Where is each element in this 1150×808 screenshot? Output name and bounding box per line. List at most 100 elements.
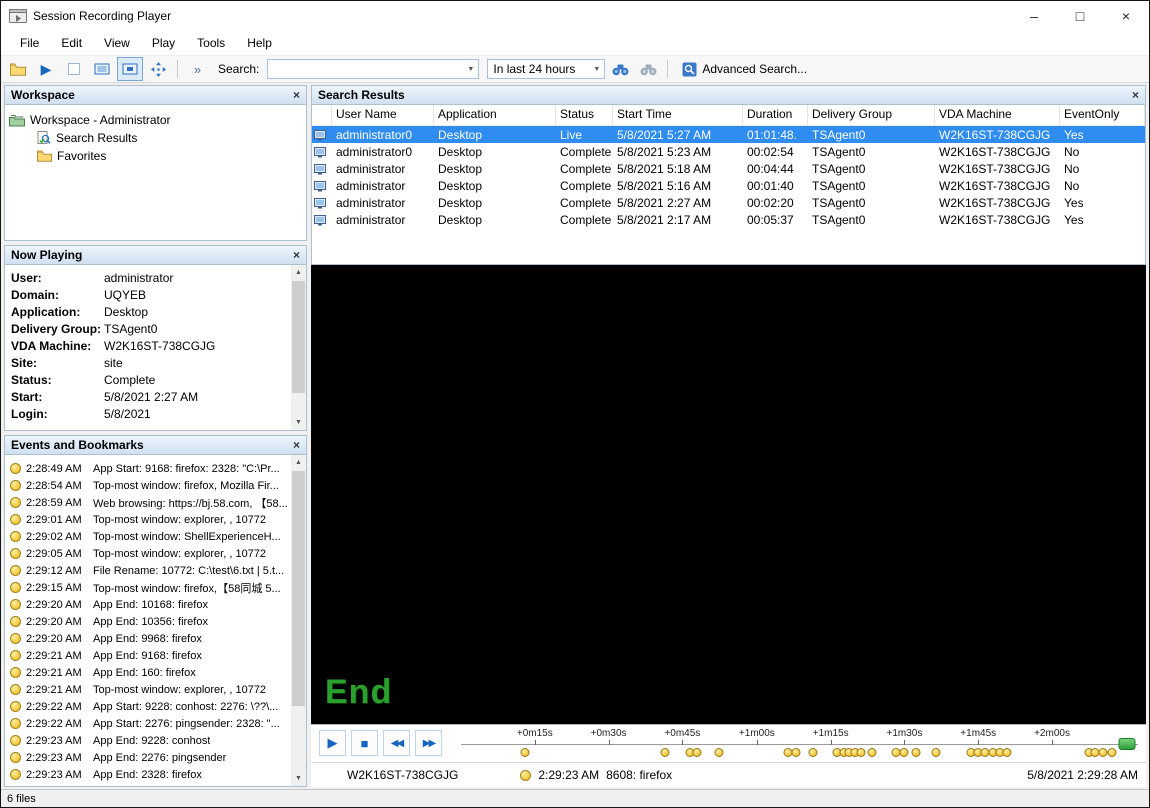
scrollbar-thumb[interactable] bbox=[292, 471, 305, 706]
timeline-event-marker[interactable] bbox=[693, 748, 702, 757]
timeline-event-marker[interactable] bbox=[1002, 748, 1011, 757]
event-item[interactable]: 2:29:01 AMTop-most window: explorer, , 1… bbox=[10, 511, 288, 528]
table-row[interactable]: administratorDesktopComplete5/8/2021 2:2… bbox=[312, 194, 1145, 211]
open-button[interactable] bbox=[5, 57, 31, 81]
event-item[interactable]: 2:28:49 AMApp Start: 9168: firefox: 2328… bbox=[10, 460, 288, 477]
close-button[interactable]: × bbox=[1103, 1, 1149, 31]
timeline-event-marker[interactable] bbox=[911, 748, 920, 757]
playhead-slider[interactable] bbox=[1119, 738, 1136, 750]
table-row[interactable]: administratorDesktopComplete5/8/2021 5:1… bbox=[312, 177, 1145, 194]
fast-forward-button[interactable]: ▶▶ bbox=[415, 730, 442, 756]
event-item[interactable]: 2:29:05 AMTop-most window: explorer, , 1… bbox=[10, 545, 288, 562]
event-item[interactable]: 2:29:23 AMApp End: 2328: firefox bbox=[10, 766, 288, 783]
scroll-up-icon[interactable]: ▲ bbox=[291, 455, 306, 470]
event-item[interactable]: 2:29:21 AMApp End: 9168: firefox bbox=[10, 647, 288, 664]
combo-dropdown-icon[interactable]: ▼ bbox=[463, 66, 478, 73]
player-viewport[interactable]: End bbox=[311, 265, 1146, 724]
scrollbar-thumb[interactable] bbox=[292, 281, 305, 393]
search-combobox[interactable]: ▼ bbox=[267, 59, 479, 79]
timeline-event-marker[interactable] bbox=[1107, 748, 1116, 757]
tree-root-workspace[interactable]: Workspace - Administrator bbox=[9, 111, 302, 129]
scroll-down-icon[interactable]: ▼ bbox=[291, 415, 306, 430]
events-close-icon[interactable]: × bbox=[293, 439, 300, 451]
snapshot-button[interactable] bbox=[61, 57, 87, 81]
more-buttons-chevron[interactable]: » bbox=[184, 57, 210, 81]
tree-item-favorites[interactable]: Favorites bbox=[9, 147, 302, 165]
rewind-button[interactable]: ◀◀ bbox=[383, 730, 410, 756]
table-row[interactable]: administrator0DesktopLive5/8/2021 5:27 A… bbox=[312, 126, 1145, 143]
maximize-button[interactable]: □ bbox=[1057, 1, 1103, 31]
scale-to-fit-button[interactable] bbox=[89, 57, 115, 81]
event-item[interactable]: 2:29:23 AMApp End: 9228: conhost bbox=[10, 732, 288, 749]
play-toolbar-button[interactable]: ▶ bbox=[33, 57, 59, 81]
event-item[interactable]: 2:29:21 AMApp End: 160: firefox bbox=[10, 664, 288, 681]
menu-play[interactable]: Play bbox=[141, 31, 186, 55]
menu-file[interactable]: File bbox=[9, 31, 50, 55]
advanced-search-button[interactable]: Advanced Search... bbox=[674, 57, 815, 81]
now-playing-field: Start:5/8/2021 2:27 AM bbox=[11, 388, 286, 405]
column-header-start-time[interactable]: Start Time bbox=[613, 105, 743, 125]
scroll-up-icon[interactable]: ▲ bbox=[291, 265, 306, 280]
event-item[interactable]: 2:28:54 AMTop-most window: firefox, Mozi… bbox=[10, 477, 288, 494]
cell-user-name: administrator bbox=[332, 194, 434, 212]
workspace-close-icon[interactable]: × bbox=[293, 89, 300, 101]
event-item[interactable]: 2:29:12 AMFile Rename: 10772: C:\test\6.… bbox=[10, 562, 288, 579]
column-header-user-name[interactable]: User Name bbox=[332, 105, 434, 125]
time-filter-value: In last 24 hours bbox=[493, 62, 589, 76]
timeline-event-marker[interactable] bbox=[792, 748, 801, 757]
timeline[interactable]: +0m15s+0m30s+0m45s+1m00s+1m15s+1m30s+1m4… bbox=[461, 727, 1138, 763]
table-row[interactable]: administratorDesktopComplete5/8/2021 2:1… bbox=[312, 211, 1145, 228]
search-results-close-icon[interactable]: × bbox=[1132, 89, 1139, 101]
now-playing-scrollbar[interactable]: ▲ ▼ bbox=[291, 265, 306, 430]
menu-tools[interactable]: Tools bbox=[186, 31, 236, 55]
search-input[interactable] bbox=[268, 61, 463, 77]
event-item[interactable]: 2:29:20 AMApp End: 10356: firefox bbox=[10, 613, 288, 630]
event-item[interactable]: 2:29:20 AMApp End: 9968: firefox bbox=[10, 630, 288, 647]
column-header-vda-machine[interactable]: VDA Machine bbox=[935, 105, 1060, 125]
timeline-event-marker[interactable] bbox=[521, 748, 530, 757]
menu-help[interactable]: Help bbox=[236, 31, 283, 55]
menu-edit[interactable]: Edit bbox=[50, 31, 93, 55]
event-item[interactable]: 2:29:23 AMApp End: 2276: pingsender bbox=[10, 749, 288, 766]
timeline-event-marker[interactable] bbox=[900, 748, 909, 757]
timeline-event-marker[interactable] bbox=[867, 748, 876, 757]
scroll-down-icon[interactable]: ▼ bbox=[291, 771, 306, 786]
table-row[interactable]: administrator0DesktopComplete5/8/2021 5:… bbox=[312, 143, 1145, 160]
events-scrollbar[interactable]: ▲ ▼ bbox=[291, 455, 306, 786]
cell-eventonly: Yes bbox=[1060, 211, 1145, 229]
event-item[interactable]: 2:29:20 AMApp End: 10168: firefox bbox=[10, 596, 288, 613]
field-label: Status: bbox=[11, 373, 104, 387]
stop-button[interactable]: ■ bbox=[351, 730, 378, 756]
table-row[interactable]: administratorDesktopComplete5/8/2021 5:1… bbox=[312, 160, 1145, 177]
time-filter-dropdown[interactable]: In last 24 hours ▼ bbox=[487, 59, 605, 79]
event-item[interactable]: 2:29:22 AMApp Start: 2276: pingsender: 2… bbox=[10, 715, 288, 732]
find-next-button[interactable] bbox=[607, 57, 633, 81]
play-button[interactable]: ▶ bbox=[319, 730, 346, 756]
timeline-event-marker[interactable] bbox=[809, 748, 818, 757]
event-item[interactable]: 2:29:22 AMApp Start: 9228: conhost: 2276… bbox=[10, 698, 288, 715]
event-item[interactable]: 2:28:59 AMWeb browsing: https://bj.58.co… bbox=[10, 494, 288, 511]
actual-size-button[interactable] bbox=[117, 57, 143, 81]
column-header-duration[interactable]: Duration bbox=[743, 105, 808, 125]
minimize-button[interactable]: – bbox=[1011, 1, 1057, 31]
event-item[interactable]: 2:29:15 AMTop-most window: firefox,【58同城… bbox=[10, 579, 288, 596]
column-header-delivery-group[interactable]: Delivery Group bbox=[808, 105, 935, 125]
tree-item-search-results[interactable]: Search Results bbox=[9, 129, 302, 147]
event-time: 2:29:23 AM bbox=[26, 752, 88, 764]
search-results-panel: Search Results × User NameApplicationSta… bbox=[311, 85, 1146, 265]
event-item[interactable]: 2:29:02 AMTop-most window: ShellExperien… bbox=[10, 528, 288, 545]
pan-button[interactable] bbox=[145, 57, 171, 81]
menu-view[interactable]: View bbox=[93, 31, 141, 55]
column-header-eventonly[interactable]: EventOnly bbox=[1060, 105, 1145, 125]
now-playing-close-icon[interactable]: × bbox=[293, 249, 300, 261]
event-icon bbox=[10, 650, 21, 661]
column-header-application[interactable]: Application bbox=[434, 105, 556, 125]
timeline-event-marker[interactable] bbox=[660, 748, 669, 757]
event-item[interactable]: 2:29:21 AMTop-most window: explorer, , 1… bbox=[10, 681, 288, 698]
timeline-event-marker[interactable] bbox=[714, 748, 723, 757]
column-header-status[interactable]: Status bbox=[556, 105, 613, 125]
timeline-event-marker[interactable] bbox=[857, 748, 866, 757]
timeline-event-marker[interactable] bbox=[932, 748, 941, 757]
find-previous-button[interactable] bbox=[635, 57, 661, 81]
field-value: 5/8/2021 bbox=[104, 407, 151, 421]
